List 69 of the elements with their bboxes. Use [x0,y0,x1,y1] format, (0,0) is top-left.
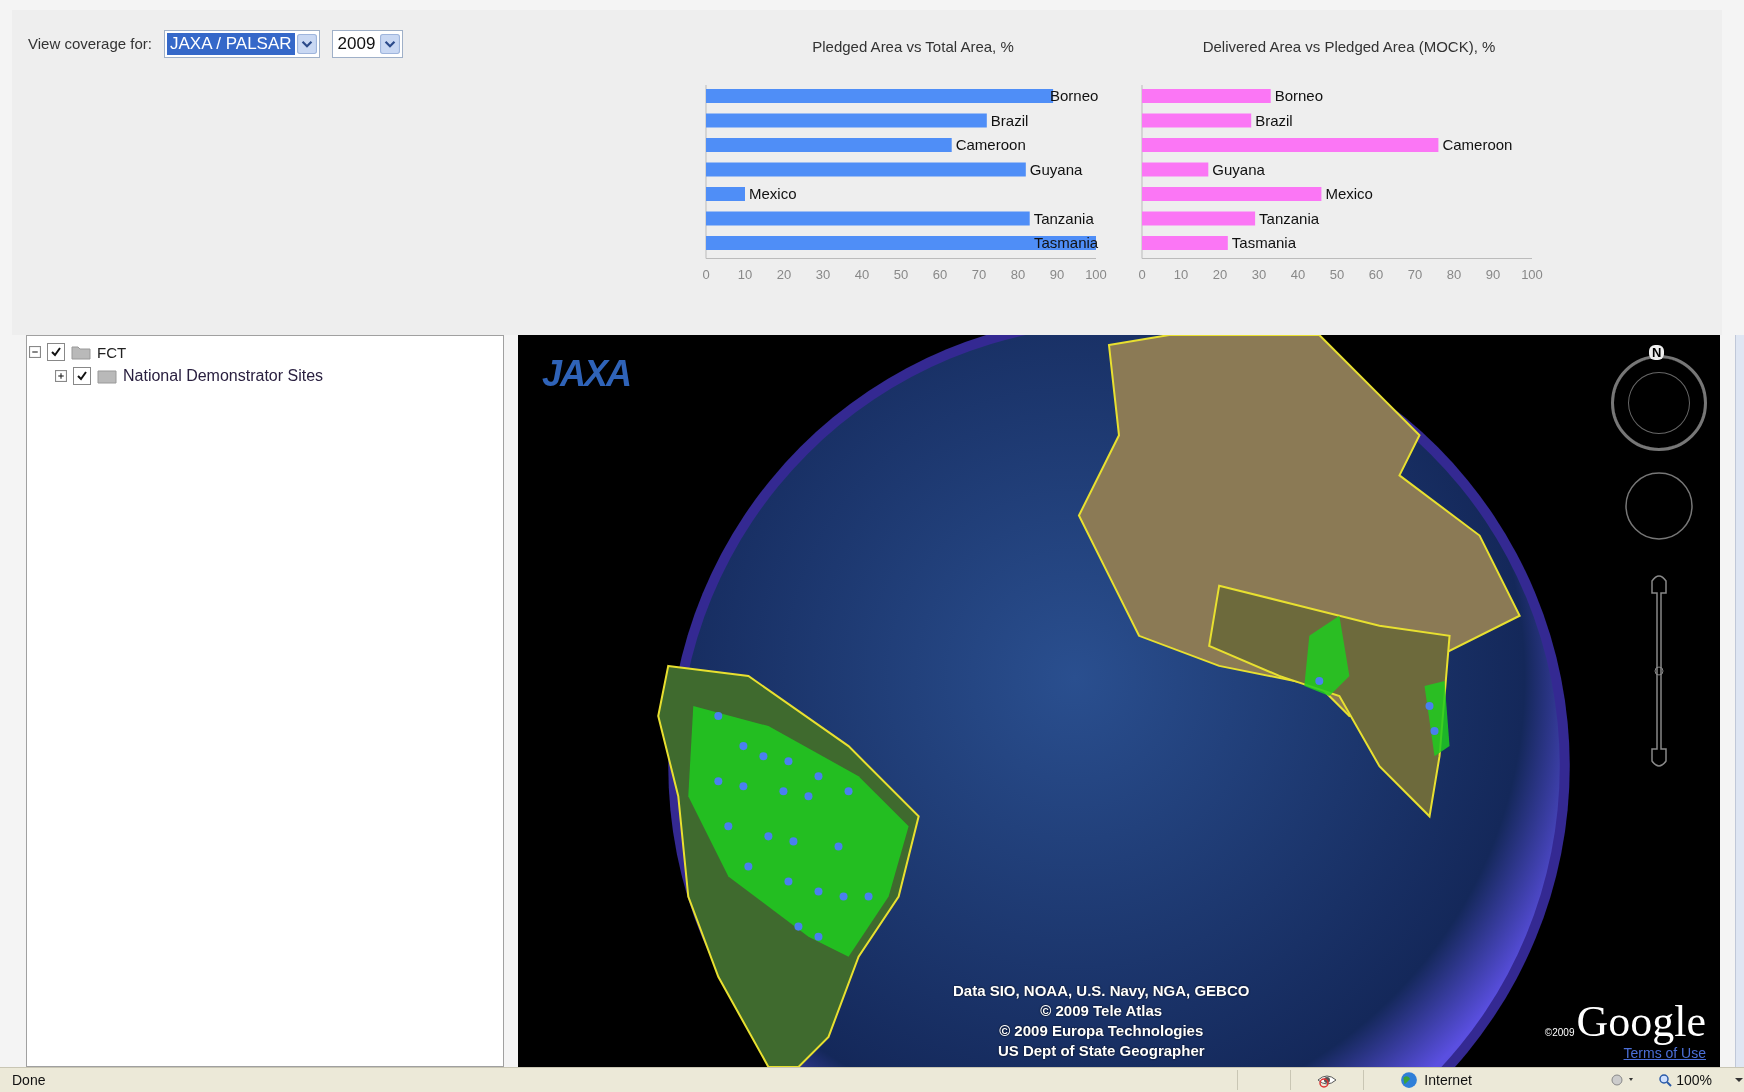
dropdown[interactable]: 2009 [331,30,404,58]
caret-icon[interactable] [380,34,401,54]
bar-label: Mexico [749,185,797,202]
zoom-level-control[interactable]: 100% [1658,1072,1712,1088]
axis-tick-label: 10 [737,266,753,279]
chart-title: Pledged Area vs Total Area, % [812,38,1014,55]
axis-tick-label: 0 [1138,266,1146,279]
bar-label: Guyana [1029,160,1083,178]
axis-tick-label: 40 [854,266,870,279]
checkmark-icon [49,345,63,359]
map-attribution: © 2009 Europa Technologies [999,1021,1204,1041]
dropdown-value: JAXA / PALSAR [166,33,295,55]
axis-tick-label: 40 [1290,266,1306,279]
bar-label: Guyana [1212,160,1265,178]
axis-tick-label: 100 [1521,266,1543,279]
bar-label: Brazil [1255,111,1293,129]
caret-icon[interactable] [296,34,317,54]
checkmark-icon [75,369,89,383]
coverage-label: View coverage for: [28,35,152,52]
privacy-eye-icon[interactable] [1317,1072,1338,1088]
bar-label: Mexico [1325,185,1373,202]
map-attribution: © 2009 Tele Atlas [1040,1001,1163,1021]
axis-tick-label: 90 [1485,266,1501,279]
status-text: Done [12,1072,47,1088]
collapse-toggle-icon[interactable] [29,346,41,358]
chart-title: Delivered Area vs Pledged Area (MOCK), % [1202,38,1496,55]
axis-tick-label: 30 [1251,266,1267,279]
bar-label: Tanzania [1033,209,1094,227]
folder-icon [71,344,91,360]
bar-label: Borneo [1274,87,1324,104]
axis-tick-label: 80 [1446,266,1462,279]
axis-tick-label: 60 [932,266,948,279]
axis-tick-label: 90 [1049,266,1065,279]
tree-item[interactable]: National Demonstrator Sites [123,367,324,385]
axis-tick-label: 20 [776,266,792,279]
bar-label: Tasmania [1231,234,1296,251]
bar-label: Tanzania [1259,209,1320,227]
tree-item[interactable]: FCT [97,343,127,361]
checkbox[interactable] [47,343,65,361]
scrollbar[interactable] [1735,335,1744,1067]
security-zone-text: Internet [1424,1072,1472,1088]
axis-tick-label: 50 [893,266,909,279]
terms-link[interactable]: Terms of Use [1623,1045,1706,1061]
bar-label: Cameroon [1442,136,1513,153]
axis-tick-label: 70 [971,266,987,279]
caret-icon[interactable] [1734,1077,1744,1083]
folder-icon [97,368,117,384]
copyright-year: ©2009 [1544,1027,1575,1038]
magnifier-icon [1658,1073,1673,1087]
axis-tick-label: 70 [1407,266,1423,279]
bar-label: Brazil [990,111,1029,129]
globe-icon [1400,1071,1419,1089]
axis-tick-label: 100 [1085,266,1107,279]
axis-tick-label: 50 [1329,266,1345,279]
map-attribution: Data SIO, NOAA, U.S. Navy, NGA, GEBCO [953,981,1250,1001]
checkbox[interactable] [73,367,91,385]
dropdown-value: 2009 [336,33,377,55]
dropdown[interactable]: JAXA / PALSAR [163,30,320,58]
bar-label: Cameroon [955,136,1026,153]
expand-toggle-icon[interactable] [55,370,67,382]
axis-tick-label: 0 [702,266,710,279]
axis-tick-label: 80 [1010,266,1026,279]
axis-tick-label: 60 [1368,266,1384,279]
logo-text: JAXA [542,353,631,395]
axis-tick-label: 10 [1173,266,1189,279]
look-control-icon[interactable] [1624,471,1694,541]
axis-tick-label: 30 [815,266,831,279]
map-attribution: US Dept of State Geographer [997,1041,1205,1061]
axis-tick-label: 20 [1212,266,1228,279]
